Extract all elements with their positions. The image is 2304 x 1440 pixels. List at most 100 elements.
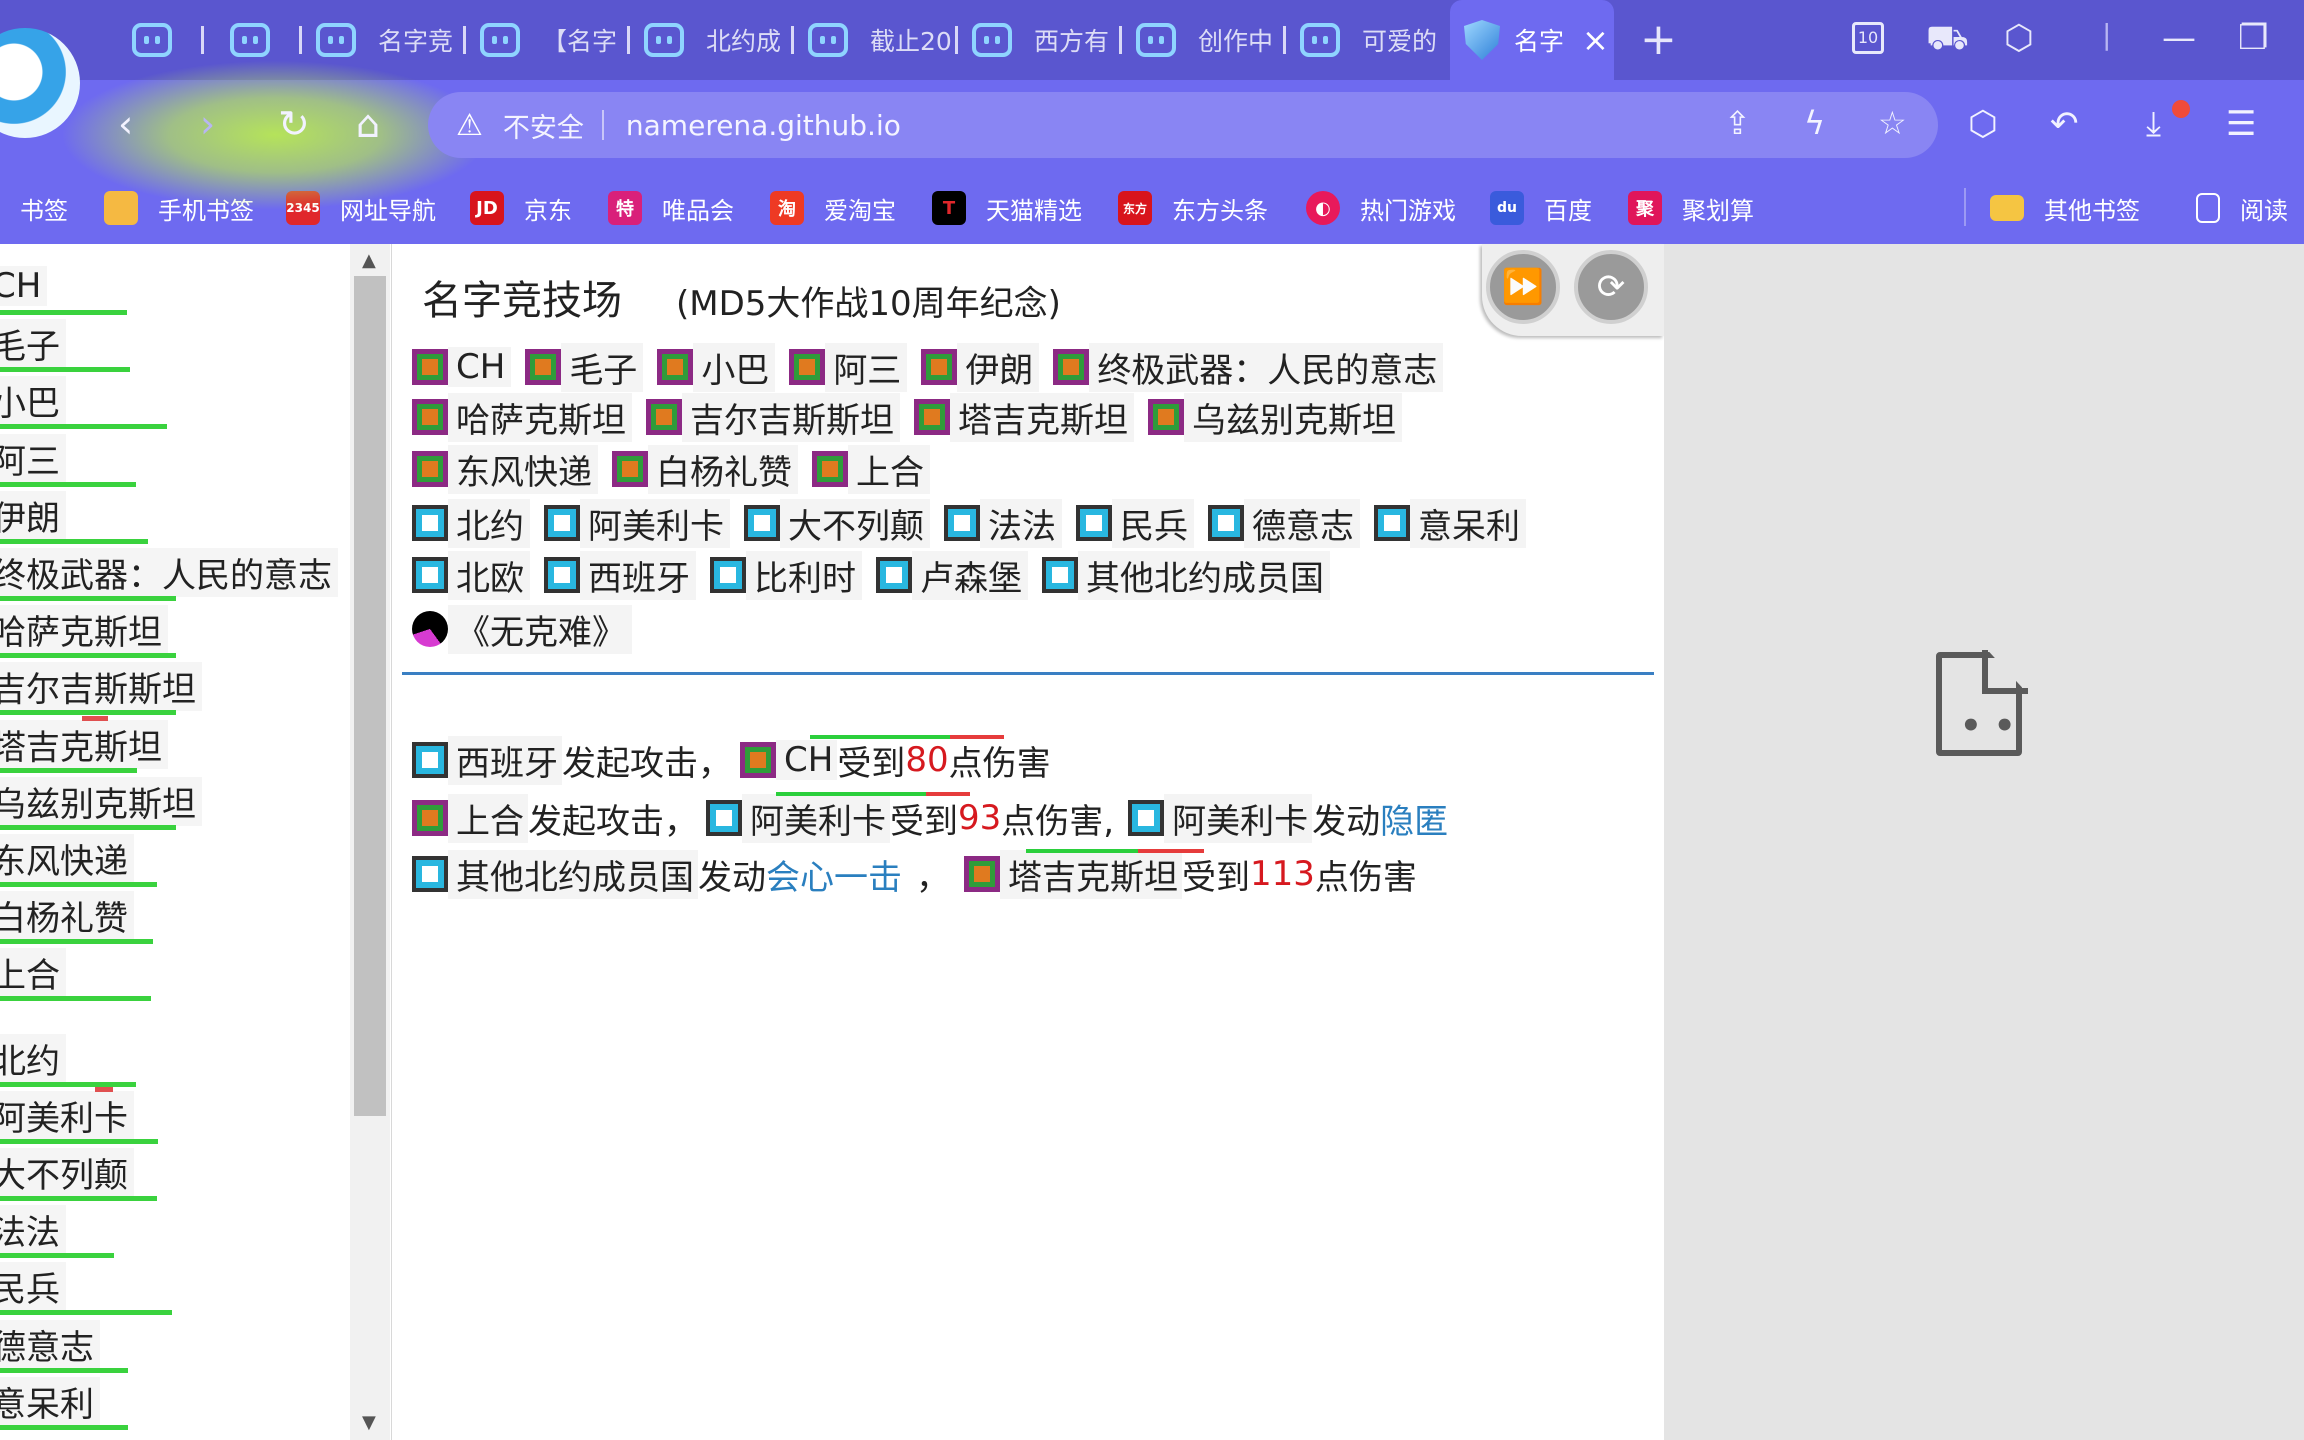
roster-player-name[interactable]: 西班牙	[580, 550, 696, 600]
tmall-icon: T	[932, 191, 966, 225]
lightning-icon[interactable]: ϟ	[1804, 104, 1825, 142]
folder-icon	[1990, 195, 2024, 221]
bookmark-item[interactable]: 聚聚划算	[1628, 172, 1754, 244]
baidu-icon: du	[1490, 191, 1524, 225]
scroll-up-icon[interactable]: ▲	[362, 250, 376, 271]
roster-player-name[interactable]: 终极武器：人民的意志	[1089, 342, 1444, 392]
url-text[interactable]: namerena.github.io	[626, 109, 901, 142]
player-status-row: 乌兹别克斯坦	[0, 775, 202, 827]
roster-player-name[interactable]: 塔吉克斯坦	[950, 392, 1134, 442]
roster-row: 东风快递 白杨礼赞 上合	[412, 444, 930, 494]
security-label[interactable]: 不安全	[503, 106, 584, 145]
star-icon[interactable]: ☆	[1878, 104, 1907, 142]
tab[interactable]: 西方有	[958, 0, 1122, 80]
bookmark-item[interactable]: 淘爱淘宝	[770, 172, 896, 244]
hp-bar	[0, 996, 151, 1001]
roster-row: 北欧 西班牙 比利时 卢森堡 其他北约成员国	[412, 550, 1330, 600]
roster-player-name[interactable]: 大不列颠	[780, 498, 930, 548]
hp-bar	[0, 939, 153, 944]
roster-player-name[interactable]: 东风快递	[448, 444, 598, 494]
roster-player-name[interactable]: 上合	[848, 444, 930, 494]
roster-player-name[interactable]: 其他北约成员国	[1078, 550, 1330, 600]
download-icon[interactable]: ⤓	[2146, 104, 2161, 144]
hp-bar	[0, 539, 148, 544]
tab-count-icon[interactable]: 10	[1852, 22, 1884, 54]
undo-icon[interactable]: ↶	[2050, 104, 2079, 144]
tab[interactable]: 北约成	[630, 0, 794, 80]
bookmark-item[interactable]: du 百度	[1490, 172, 1592, 244]
player-avatar-icon	[412, 399, 448, 435]
player-name: 终极武器：人民的意志	[0, 547, 338, 597]
bookmark-item[interactable]: 阅读	[2196, 172, 2288, 244]
roster-row: CH 毛子 小巴 阿三 伊朗 终极武器：人民的意志	[412, 342, 1444, 392]
tab[interactable]: 【名字	[466, 0, 630, 80]
player-status-row: 阿美利卡	[0, 1089, 134, 1141]
refresh-button[interactable]: ⟳	[1574, 250, 1648, 324]
fast-forward-button[interactable]: ⏩	[1486, 250, 1560, 324]
roster-player-name[interactable]: 小巴	[693, 342, 776, 392]
hp-bar	[0, 825, 176, 830]
roster-player-name[interactable]: 卢森堡	[912, 550, 1028, 600]
roster-player-name[interactable]: 北欧	[448, 550, 530, 600]
bookmark-item[interactable]: 其他书签	[1990, 172, 2140, 244]
minimize-icon[interactable]: —	[2162, 18, 2196, 58]
home-icon[interactable]: ⌂	[356, 102, 380, 146]
roster-player-name[interactable]: 毛子	[561, 342, 644, 392]
roster-player-name[interactable]: 法法	[980, 498, 1062, 548]
hp-bar	[0, 1253, 114, 1258]
player-status-row: 法法	[0, 1203, 66, 1255]
forward-icon[interactable]: ›	[200, 102, 215, 146]
roster-player-name[interactable]: 伊朗	[957, 342, 1040, 392]
roster-player-name[interactable]: 比利时	[746, 550, 862, 600]
player-avatar-icon	[740, 742, 776, 778]
actor-name: 上合	[448, 793, 528, 843]
roster-player-name[interactable]: 阿三	[825, 342, 908, 392]
tab-active[interactable]: 名字 ×	[1450, 0, 1614, 80]
roster-player-name[interactable]: 乌兹别克斯坦	[1184, 392, 1402, 442]
bookmark-item[interactable]: 特唯品会	[608, 172, 734, 244]
roster-player-name[interactable]: 阿美利卡	[580, 498, 730, 548]
bookmark-item[interactable]: T 天猫精选	[932, 172, 1082, 244]
game-icon: ◐	[1306, 191, 1340, 225]
bookmark-item[interactable]: ◐ 热门游戏	[1306, 172, 1456, 244]
tab[interactable]: 可爱的	[1286, 0, 1450, 80]
new-tab-button[interactable]: +	[1640, 14, 1677, 65]
reload-icon[interactable]: ↻	[278, 102, 310, 146]
incognito-icon[interactable]: ⛟	[1926, 18, 1969, 63]
roster-player-name[interactable]: 《无克难》	[448, 604, 632, 654]
hp-bar	[0, 653, 176, 658]
tab[interactable]: 创作中	[1122, 0, 1286, 80]
maximize-icon[interactable]: ❐	[2238, 18, 2268, 58]
close-tab-icon[interactable]: ×	[1582, 21, 1609, 59]
address-bar[interactable]: ⚠ 不安全 namerena.github.io ⇪ ϟ ☆	[428, 92, 1938, 158]
roster-player-name[interactable]: 哈萨克斯坦	[448, 392, 632, 442]
roster-player-name[interactable]: 北约	[448, 498, 530, 548]
back-icon[interactable]: ‹	[118, 102, 133, 146]
roster-player-name[interactable]: 意呆利	[1410, 498, 1526, 548]
log-line: 西班牙 发起攻击， CH 受到 80 点伤害	[412, 735, 1051, 785]
target-hp-bar	[776, 792, 926, 796]
roster-player-name[interactable]: 吉尔吉斯斯坦	[682, 392, 900, 442]
player-avatar-icon	[646, 399, 682, 435]
scrollbar[interactable]: ▲ ▼	[350, 244, 390, 1440]
roster-player-name[interactable]: 白杨礼赞	[648, 444, 798, 494]
hp-bar	[0, 710, 176, 715]
player-name: 乌兹别克斯坦	[0, 776, 202, 826]
tab[interactable]: 截止20	[794, 0, 958, 80]
menu-icon[interactable]: ☰	[2226, 104, 2256, 144]
damage-value: 80	[905, 740, 949, 780]
roster-player-name[interactable]: CH	[448, 347, 512, 387]
roster-player-name[interactable]: 民兵	[1112, 498, 1194, 548]
sad-face-icon: ••	[1960, 706, 2028, 746]
shirt-icon[interactable]: ⬡	[2004, 18, 2034, 58]
target-hp-bar	[810, 735, 950, 739]
roster-player-name[interactable]: 德意志	[1244, 498, 1360, 548]
bookmark-item[interactable]: 东方 东方头条	[1118, 172, 1268, 244]
skill-name: 会心一击	[766, 857, 902, 898]
scroll-down-icon[interactable]: ▼	[362, 1412, 376, 1433]
player-name: 民兵	[0, 1261, 66, 1311]
scrollbar-thumb[interactable]	[354, 276, 386, 1116]
roster-row: 北约 阿美利卡 大不列颠 法法 民兵 德意志 意呆利	[412, 498, 1526, 548]
share-icon[interactable]: ⇪	[1724, 104, 1751, 142]
extensions-icon[interactable]: ⬡	[1968, 104, 1998, 144]
